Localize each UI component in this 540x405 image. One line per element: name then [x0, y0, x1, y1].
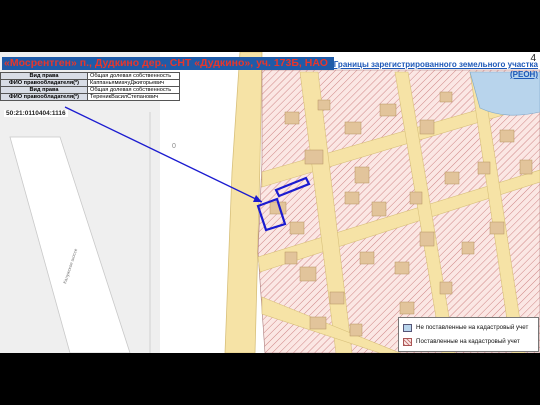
legend-label: Поставленные на кадастровый учет — [416, 338, 520, 345]
table-key: ФИО правообладателя(*) — [0, 79, 88, 87]
boundary-link[interactable]: Границы зарегистрированного земельного у… — [332, 60, 538, 80]
legend-swatch-hatched — [403, 337, 412, 346]
table-row: ФИО правообладателя(*) ТереникВасилСтепа… — [0, 93, 180, 101]
ownership-table: Вид права Общая долевая собственность ФИ… — [0, 72, 180, 101]
highway — [224, 52, 263, 353]
table-value: КаппаньямиачуДжигорьевич — [87, 79, 180, 87]
table-value: ТереникВасилСтепанович — [87, 93, 180, 101]
table-row: Вид права Общая долевая собственность — [0, 86, 180, 94]
map-title: «Мосрентген» п., Дудкино дер., СНТ «Дудк… — [2, 57, 334, 70]
legend-label: Не поставленные на кадастровый учет — [416, 324, 529, 331]
legend-item-not-registered: Не поставленные на кадастровый учет — [403, 323, 528, 332]
map-slide: 0 Калужское шоссе 4 «Мосрентген» п., Дуд… — [0, 52, 540, 353]
table-key: Вид права — [0, 86, 88, 94]
zero-mark: 0 — [172, 143, 176, 150]
table-value: Общая долевая собственность — [87, 72, 180, 80]
table-row: ФИО правообладателя(*) КаппаньямиачуДжиг… — [0, 79, 180, 87]
map-legend: Не поставленные на кадастровый учет Пост… — [398, 317, 539, 352]
table-key: ФИО правообладателя(*) — [0, 93, 88, 101]
table-key: Вид права — [0, 72, 88, 80]
table-value: Общая долевая собственность — [87, 86, 180, 94]
cadastral-number: 50:21:0110404:1116 — [4, 110, 68, 117]
legend-swatch-blue — [403, 323, 412, 332]
table-row: Вид права Общая долевая собственность — [0, 72, 180, 80]
legend-item-registered: Поставленные на кадастровый учет — [403, 337, 520, 346]
